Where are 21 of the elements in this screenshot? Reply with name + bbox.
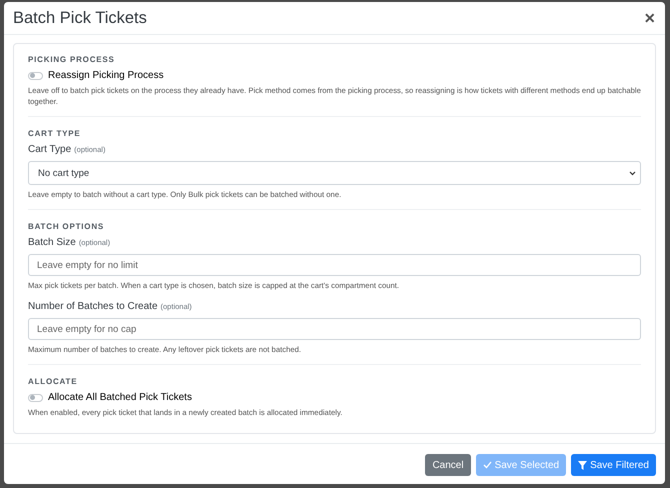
filter-icon [578,460,588,470]
save-button[interactable]: Save Filtered [571,454,656,476]
input-field[interactable]: Leave empty for no limit [28,254,641,276]
check-icon [482,461,492,469]
toggle-label: Allocate All Batched Pick Tickets [48,392,192,403]
section-title: CART TYPE [28,129,82,138]
toggle-switch[interactable] [28,72,43,80]
chevron-icon [629,170,636,176]
section-title: PICKING PROCESS [28,55,116,64]
toggle-switch[interactable] [28,394,43,402]
section-title: BATCH OPTIONS [28,222,106,231]
section-title: ALLOCATE [28,377,78,386]
field-label: Number of Batches to Create [28,301,158,312]
field-label: Batch Size [28,237,76,248]
toggle-label: Reassign Picking Process [48,70,164,81]
dialog-title: Batch Pick Tickets [13,8,147,28]
input-field[interactable]: Leave empty for no cap [28,318,641,340]
close-button[interactable]: × [644,9,655,27]
cancel-button[interactable]: Cancel [425,454,471,476]
field-label: Cart Type [28,144,72,155]
cart-type-select[interactable]: No cart type [28,161,641,185]
